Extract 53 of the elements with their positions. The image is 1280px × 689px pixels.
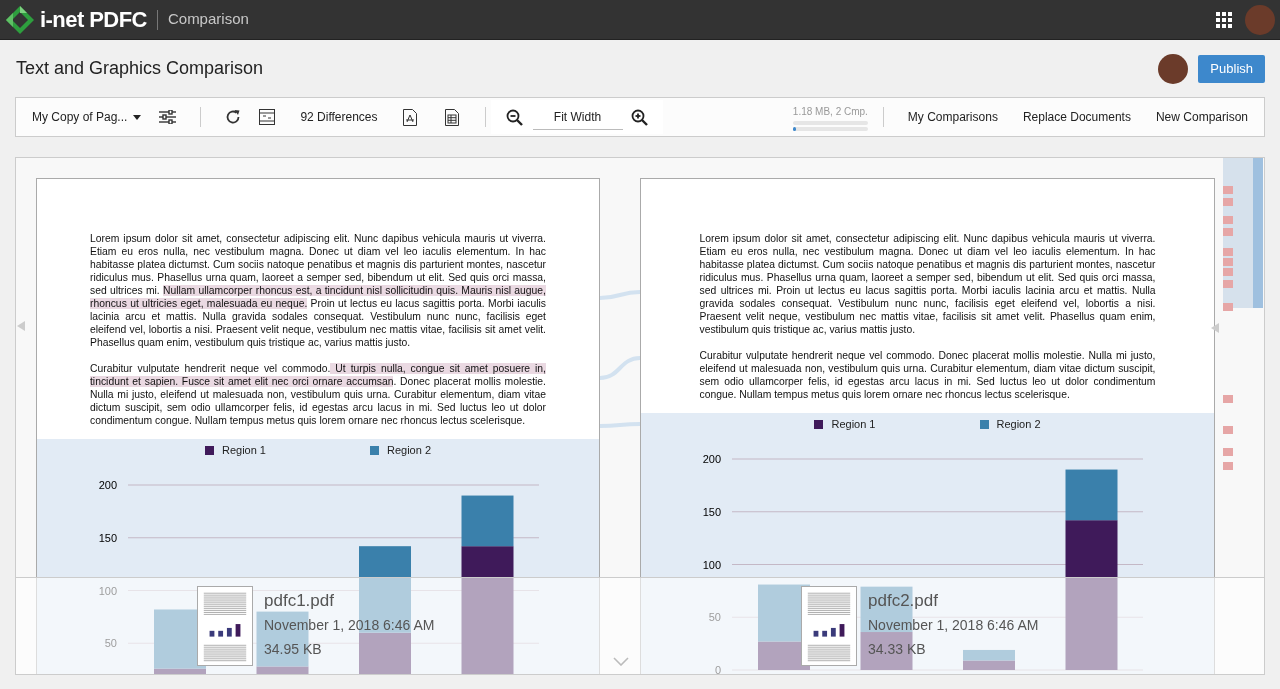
product-name: i-net PDFC xyxy=(40,6,147,34)
document-thumbnail[interactable] xyxy=(197,586,253,666)
file-date: November 1, 2018 6:46 AM xyxy=(264,616,435,634)
apps-grid-icon[interactable] xyxy=(1216,11,1232,28)
connector-line xyxy=(600,356,640,380)
file-date: November 1, 2018 6:46 AM xyxy=(868,616,1039,634)
profile-dropdown[interactable]: My Copy of Pag... xyxy=(32,108,142,126)
document-thumbnail[interactable] xyxy=(801,586,857,666)
section-title: Comparison xyxy=(167,9,249,30)
axis-tick-label: 200 xyxy=(702,453,721,465)
caret-icon xyxy=(133,114,142,120)
connector-line xyxy=(600,290,640,300)
toolbar-link[interactable]: New Comparison xyxy=(1155,108,1248,126)
file-size: 34.95 KB xyxy=(264,640,322,658)
file-name: pdfc2.pdf xyxy=(868,590,938,612)
chart-bar xyxy=(963,649,1015,661)
axis-tick-label: 0 xyxy=(714,664,721,674)
document-paragraph: Lorem ipsum dolor sit amet, consectetur adipiscing elit. Nunc dapibus vehicula mauris ut viverra. Etiam eu eros nulla, nec vestibulum magna. Donec ut diam vel leo iaculis elementum. In hac habitasse platea dictumst. Cum sociis natoque penatibus et magnis dis parturient montes, nascetur ridiculus mus. Phasellus urna quam, laoreet a semper sed, bibendum ut elit. Sed quis orci massa, sed ultrices mi. Proin ut lectus eu lacus sagittis porta. Morbi iaculis lacinia arcu et mattis. Nulla gravida sodales consequat. Vestibulum nunc nunc, facilisis eget eleifend vel, lobortis a nisi. Praesent velit neque, vestibulum nec mattis vitae, facilisis sit amet velit. Phasellus quam enim, vestibulum quis tristique ac, varius mattis justo. xyxy=(699,232,1156,336)
legend-label: Region 1 xyxy=(221,442,266,458)
differences-count[interactable]: 92 Differences xyxy=(300,108,378,126)
connector-line xyxy=(600,422,640,428)
axis-tick-label: 50 xyxy=(104,637,117,650)
sliders-icon[interactable] xyxy=(159,110,177,124)
axis-tick-label: 200 xyxy=(98,479,117,491)
page-title: Text and Graphics Comparison xyxy=(16,57,264,80)
zoom-in-icon[interactable] xyxy=(630,108,648,126)
axis-tick-label: 150 xyxy=(702,505,721,518)
axis-tick-label: 100 xyxy=(702,558,721,571)
zoom-out-icon[interactable] xyxy=(505,108,523,126)
storage-usage: 1.18 MB, 2 Cmp. xyxy=(792,105,868,118)
zoom-level-field[interactable]: Fit Width xyxy=(532,104,623,130)
document-paragraph: Curabitur vulputate hendrerit neque vel commodo. Donec placerat mollis molestie. Nulla mi justo, eleifend ut malesuada non, vestibulum quis urna. Curabitur elementum, diam vitae dictum suscipit, sem odio ullamcorper felis, id egestas arcu lacus in mi. Sed luctus leo ut dolor condimentum congue. Nullam tempus metus quis lorem ornare nec rhoncus lectus scelerisque. xyxy=(699,349,1156,401)
legend-label: Region 2 xyxy=(996,416,1041,432)
report-document-icon[interactable] xyxy=(444,108,459,126)
document-paragraph: Curabitur vulputate hendrerit neque vel commodo. Ut turpis nulla, congue sit amet posuere in, tincidunt et sapien. Fusce sit amet elit nec orci ornare accumsan. Donec placerat mollis molestie. Nulla mi justo, eleifend ut malesuada non, vestibulum quis urna. Curabitur elementum, diam vitae dictum suscipit, sem odio ullamcorper felis, id egestas arcu lacus in mi. Sed luctus leo ut dolor condimentum congue. Nullam tempus metus quis lorem ornare nec rhoncus lectus scelerisque. xyxy=(90,362,546,427)
axis-tick-label: 150 xyxy=(98,531,117,544)
axis-tick-label: 50 xyxy=(708,611,721,624)
page-layout-icon[interactable] xyxy=(259,109,276,125)
file-size: 34.33 KB xyxy=(868,640,926,658)
logo-icon xyxy=(5,4,35,35)
toolbar-link[interactable]: My Comparisons xyxy=(907,108,998,126)
legend-label: Region 2 xyxy=(387,442,432,458)
legend-label: Region 1 xyxy=(831,416,876,432)
user-avatar[interactable] xyxy=(1158,53,1189,84)
axis-tick-label: 100 xyxy=(98,584,117,597)
file-name: pdfc1.pdf xyxy=(264,590,334,612)
publish-button[interactable]: Publish xyxy=(1198,54,1265,83)
refresh-icon[interactable] xyxy=(225,109,242,125)
document-paragraph: Lorem ipsum dolor sit amet, consectetur adipiscing elit. Nunc dapibus vehicula mauris ut viverra. Etiam eu eros nulla, nec vestibulum magna. Donec ut diam vel leo iaculis elementum. In hac habitasse platea dictumst. Cum sociis natoque penatibus et magnis dis parturient montes, nascetur ridiculus mus. Phasellus urna quam, laoreet a semper sed, bibendum ut elit. Sed quis orci massa, sed ultrices mi. Nullam ullamcorper rhoncus est, a tincidunt nisl sollicitudin quis. Mauris nisl augue, rhoncus ut ultricies eget, malesuada eu neque. Proin ut lectus eu lacus sagittis porta. Morbi iaculis lacinia arcu et mattis. Nulla gravida sodales consequat. Vestibulum nunc nunc, facilisis eget eleifend vel, lobortis a nisi. Praesent velit neque, vestibulum nec mattis vitae, facilisis sit amet velit. Phasellus quam enim, vestibulum quis tristique ac, varius mattis justo. xyxy=(90,232,546,349)
toolbar-link[interactable]: Replace Documents xyxy=(1022,108,1131,126)
chart-bar xyxy=(963,660,1015,670)
pdf-file-icon[interactable] xyxy=(402,108,417,126)
scrollbar-thumb[interactable] xyxy=(1253,158,1263,308)
